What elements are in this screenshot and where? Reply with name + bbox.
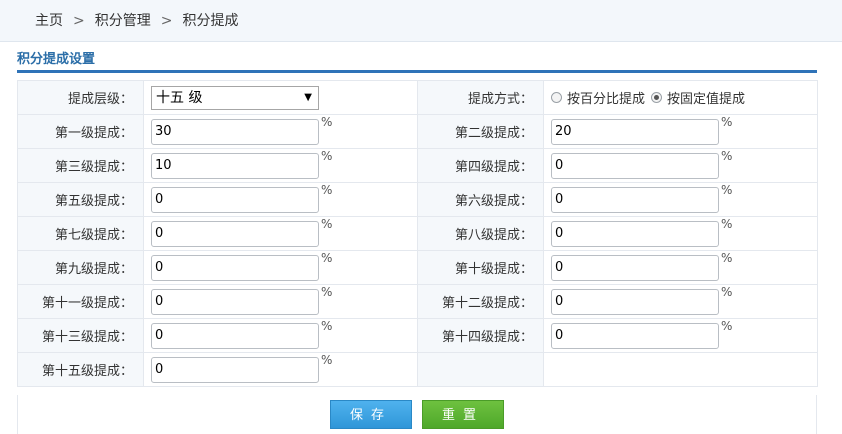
reset-button[interactable]: 重置 (422, 400, 504, 429)
commission-level-value: 十五 级 (156, 89, 203, 106)
level-8-input[interactable] (551, 220, 719, 247)
section-title: 积分提成设置 (17, 52, 96, 67)
level-11-label: 第十一级提成： (17, 284, 144, 319)
button-bar (17, 395, 817, 434)
dropdown-arrow-icon: ▼ (304, 91, 312, 103)
level-2-label: 第二级提成： (417, 114, 544, 149)
breadcrumb-points-commission: 积分提成 (182, 13, 239, 29)
level-1-label: 第一级提成： (17, 114, 144, 149)
breadcrumb-points-management[interactable]: 积分管理 (95, 13, 151, 29)
level-3-input[interactable] (151, 152, 319, 179)
level-15-input[interactable] (151, 356, 319, 383)
level-7-label: 第七级提成： (17, 216, 144, 251)
radio-fixed-icon[interactable] (651, 92, 663, 103)
percent-unit: % (321, 114, 333, 129)
percent-unit: % (721, 114, 733, 129)
commission-level-label: 提成层级： (17, 80, 144, 115)
method-fixed-option[interactable]: 按固定值提成 (651, 88, 745, 107)
level-6-input[interactable] (551, 186, 719, 213)
percent-unit: % (321, 250, 333, 265)
section-divider (17, 70, 817, 73)
empty-label-cell (417, 352, 544, 387)
method-percentage-label: 按百分比提成 (567, 92, 646, 107)
percent-unit: % (721, 318, 733, 333)
level-8-label: 第八级提成： (417, 216, 544, 251)
form-row: 提成层级： 十五 级 ▼ 提成方式： 按百分比提成 按固定值提成 (17, 80, 818, 115)
level-10-label: 第十级提成： (417, 250, 544, 285)
method-fixed-label: 按固定值提成 (667, 92, 746, 107)
percent-unit: % (321, 352, 333, 367)
form-row: 第七级提成： % 第八级提成： % (17, 216, 818, 251)
percent-unit: % (321, 216, 333, 231)
level-14-input[interactable] (551, 322, 719, 349)
percent-unit: % (721, 250, 733, 265)
percent-unit: % (321, 284, 333, 299)
level-15-label: 第十五级提成： (17, 352, 144, 387)
level-12-input[interactable] (551, 288, 719, 315)
percent-unit: % (721, 182, 733, 197)
percent-unit: % (721, 216, 733, 231)
level-14-label: 第十四级提成： (417, 318, 544, 353)
commission-method-label: 提成方式： (417, 80, 544, 115)
level-5-label: 第五级提成： (17, 182, 144, 217)
percent-unit: % (721, 148, 733, 163)
breadcrumb-home[interactable]: 主页 (35, 13, 63, 29)
level-7-input[interactable] (151, 220, 319, 247)
commission-level-select[interactable]: 十五 级 ▼ (151, 85, 319, 110)
level-2-input[interactable] (551, 118, 719, 145)
level-1-input[interactable] (151, 118, 319, 145)
percent-unit: % (321, 182, 333, 197)
form-row: 第十五级提成： % (17, 352, 818, 387)
breadcrumb-separator: > (73, 13, 85, 29)
percent-unit: % (321, 148, 333, 163)
level-13-label: 第十三级提成： (17, 318, 144, 353)
radio-percentage-icon[interactable] (551, 92, 562, 103)
level-11-input[interactable] (151, 288, 319, 315)
form-row: 第十一级提成： % 第十二级提成： % (17, 284, 818, 319)
form-row: 第九级提成： % 第十级提成： % (17, 250, 818, 285)
level-4-label: 第四级提成： (417, 148, 544, 183)
level-5-input[interactable] (151, 186, 319, 213)
level-10-input[interactable] (551, 254, 719, 281)
save-button[interactable]: 保存 (330, 400, 412, 429)
level-9-label: 第九级提成： (17, 250, 144, 285)
form-row: 第三级提成： % 第四级提成： % (17, 148, 818, 183)
percent-unit: % (321, 318, 333, 333)
level-9-input[interactable] (151, 254, 319, 281)
percent-unit: % (721, 284, 733, 299)
commission-settings-form: 提成层级： 十五 级 ▼ 提成方式： 按百分比提成 按固定值提成 第一级提成： (17, 80, 818, 387)
method-percentage-option[interactable]: 按百分比提成 (551, 88, 645, 107)
form-row: 第一级提成： % 第二级提成： % (17, 114, 818, 149)
level-13-input[interactable] (151, 322, 319, 349)
level-12-label: 第十二级提成： (417, 284, 544, 319)
form-row: 第五级提成： % 第六级提成： % (17, 182, 818, 217)
breadcrumb-separator: > (160, 13, 173, 29)
level-6-label: 第六级提成： (417, 182, 544, 217)
empty-value-cell (543, 352, 818, 387)
breadcrumb: 主页 > 积分管理 > 积分提成 (0, 0, 842, 42)
level-3-label: 第三级提成： (17, 148, 144, 183)
form-row: 第十三级提成： % 第十四级提成： % (17, 318, 818, 353)
level-4-input[interactable] (551, 152, 719, 179)
